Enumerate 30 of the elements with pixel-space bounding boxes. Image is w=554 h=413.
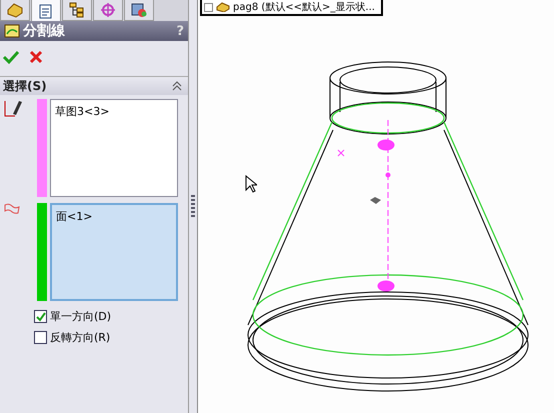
panel-title: 分割線: [23, 22, 66, 40]
checkbox-label: 單一方向(D): [50, 309, 112, 324]
section-title: 選擇(S): [3, 78, 47, 94]
ok-icon[interactable]: [2, 49, 20, 65]
list-item[interactable]: 草图3<3>: [55, 104, 173, 119]
tree-item[interactable]: pag8 (默认<<默认>_显示状...: [200, 0, 383, 16]
panel-tab[interactable]: [124, 0, 154, 21]
mouse-cursor-icon: [245, 175, 257, 193]
expand-icon[interactable]: [204, 2, 213, 12]
selection-list[interactable]: 草图3<3>: [50, 99, 178, 197]
crosshair-icon: [99, 2, 117, 18]
part-icon: [6, 2, 24, 18]
checkbox-label: 反轉方向(R): [50, 330, 110, 345]
tree-icon: [68, 2, 86, 18]
panel-tab[interactable]: [0, 0, 30, 21]
face-icon: [3, 203, 21, 215]
tree-label: pag8 (默认<<默认>_显示状...: [233, 0, 375, 14]
list-item[interactable]: 面<1>: [56, 209, 172, 224]
display-icon: [130, 2, 148, 18]
section-header[interactable]: 選擇(S): [0, 77, 188, 95]
part-icon: [216, 2, 230, 12]
selection-list[interactable]: 面<1>: [50, 203, 178, 301]
sketch-pencil-icon: [3, 99, 23, 119]
checkbox[interactable]: [34, 310, 47, 323]
splitter-grip[interactable]: [191, 194, 195, 218]
panel-tab[interactable]: [62, 0, 92, 21]
checkbox[interactable]: [34, 331, 47, 344]
collapse-icon[interactable]: [172, 81, 182, 91]
panel-tab[interactable]: [31, 0, 61, 21]
cancel-icon[interactable]: [28, 49, 44, 65]
